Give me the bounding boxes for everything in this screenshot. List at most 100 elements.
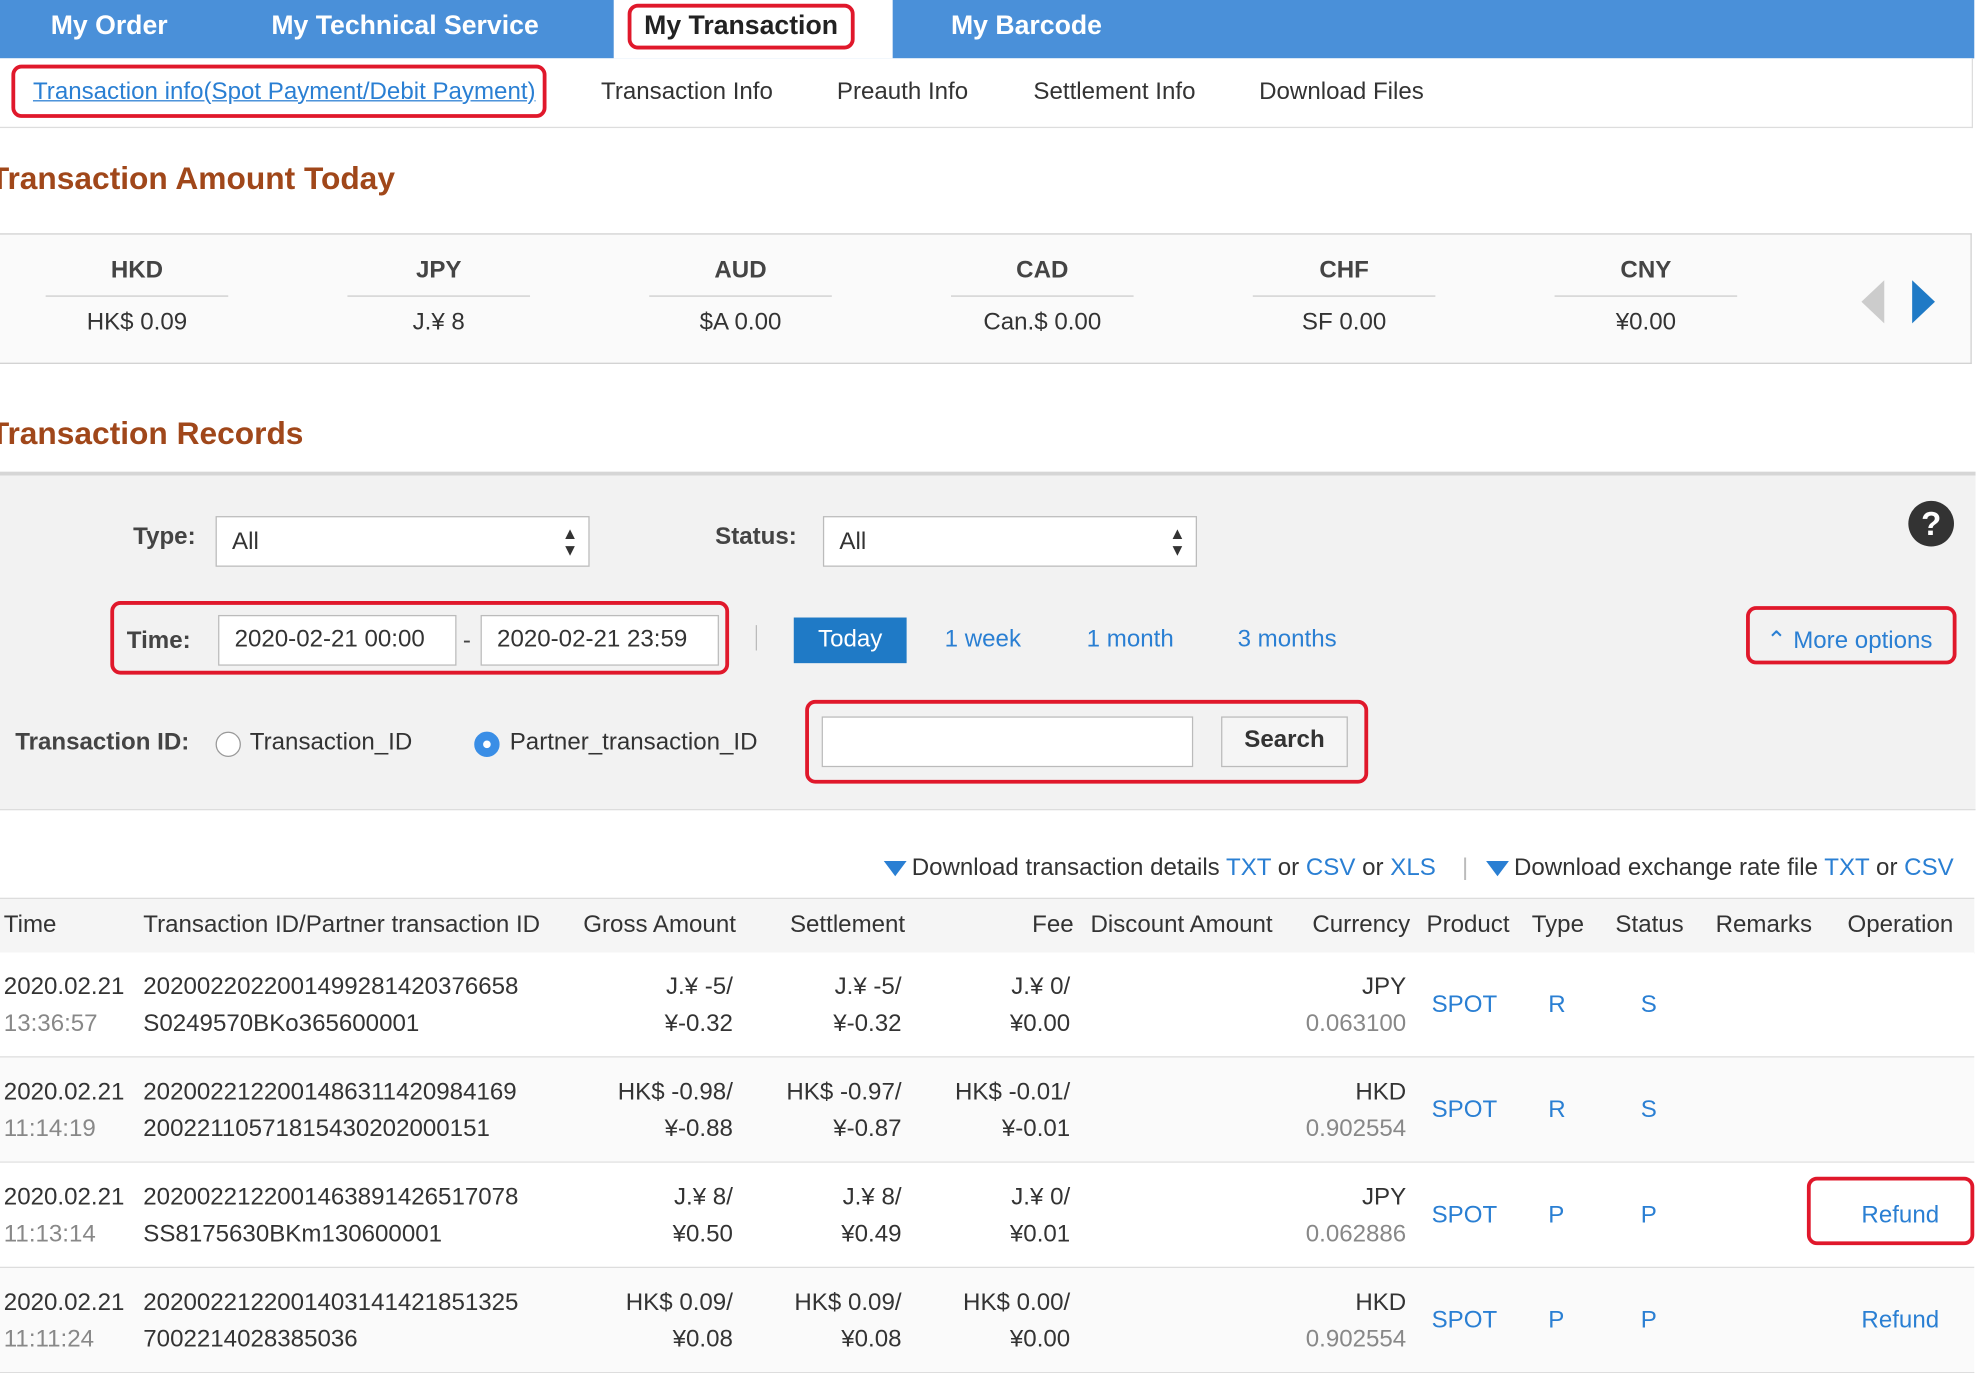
- row-product[interactable]: SPOT: [1432, 1097, 1498, 1125]
- th-status: Status: [1615, 911, 1684, 939]
- row-date: 2020.02.21: [3, 1289, 125, 1317]
- currency-cad: CAD Can.$ 0.00: [951, 235, 1134, 338]
- type-select-value: All: [232, 528, 259, 556]
- currency-code: HKD: [45, 257, 229, 297]
- sub-nav-transaction-info-spot[interactable]: Transaction info(Spot Payment/Debit Paym…: [33, 79, 536, 107]
- row-date: 2020.02.21: [3, 1184, 125, 1211]
- status-label: Status:: [715, 523, 797, 551]
- caret-down-icon: ▼: [561, 540, 579, 560]
- row-rate: 0.062886: [1305, 1221, 1407, 1248]
- row-fee-1: HK$ -0.01/: [955, 1079, 1071, 1106]
- th-type: Type: [1531, 911, 1584, 939]
- status-select[interactable]: All ▲ ▼: [822, 516, 1197, 567]
- download-details-label: Download transaction details: [911, 854, 1220, 882]
- today-button[interactable]: Today: [793, 617, 907, 664]
- tab-my-transaction[interactable]: My Transaction: [613, 0, 893, 59]
- chevron-up-icon: ⌃: [1766, 627, 1787, 655]
- download-rate-csv[interactable]: CSV: [1904, 855, 1954, 882]
- currency-value: ¥0.00: [1615, 309, 1676, 337]
- th-operation: Operation: [1847, 911, 1954, 939]
- row-type[interactable]: R: [1548, 1097, 1565, 1125]
- radio-transaction-id-label: Transaction_ID: [249, 729, 413, 756]
- row-date: 2020.02.21: [3, 1079, 125, 1106]
- row-transaction-id: 2020022122001463891426517078: [143, 1184, 519, 1211]
- help-icon[interactable]: ?: [1908, 500, 1954, 547]
- prev-arrow-icon[interactable]: [1861, 280, 1885, 324]
- row-settle-1: J.¥ -5/: [834, 973, 902, 1001]
- one-month-link[interactable]: 1 month: [1087, 626, 1174, 654]
- download-details-xls[interactable]: XLS: [1390, 855, 1436, 882]
- amount-today-panel: HKD HK$ 0.09 JPY J.¥ 8 AUD $A 0.00 CAD C…: [0, 233, 1972, 364]
- currency-jpy: JPY J.¥ 8: [347, 235, 531, 338]
- refund-button[interactable]: Refund: [1861, 1307, 1939, 1335]
- row-time: 11:13:14: [3, 1221, 96, 1248]
- row-transaction-id: 2020022122001486311420984169: [143, 1079, 517, 1106]
- table-header: Time Transaction ID/Partner transaction …: [0, 897, 1975, 954]
- more-options-label: More options: [1793, 627, 1933, 655]
- row-settle-2: ¥0.08: [841, 1326, 902, 1353]
- row-product[interactable]: SPOT: [1432, 992, 1498, 1020]
- radio-partner-transaction-id[interactable]: [474, 731, 500, 757]
- type-select[interactable]: All ▲ ▼: [215, 516, 590, 567]
- download-details: Download transaction details TXT or CSV …: [883, 854, 1436, 883]
- download-rate: Download exchange rate file TXT or CSV: [1486, 855, 1954, 883]
- download-details-txt[interactable]: TXT: [1226, 855, 1271, 882]
- th-gross-amount: Gross Amount: [583, 911, 736, 939]
- radio-transaction-id[interactable]: [215, 731, 241, 757]
- row-fee-2: ¥0.00: [1009, 1326, 1071, 1353]
- row-fee-1: J.¥ 0/: [1011, 1184, 1071, 1211]
- sub-nav: Transaction info(Spot Payment/Debit Paym…: [0, 58, 1974, 129]
- tab-my-technical-service[interactable]: My Technical Service: [271, 0, 538, 58]
- row-partner-id: SS8175630BKm130600001: [143, 1221, 443, 1248]
- row-type[interactable]: P: [1548, 1202, 1564, 1230]
- row-product[interactable]: SPOT: [1432, 1307, 1498, 1335]
- sub-nav-download-files[interactable]: Download Files: [1259, 79, 1424, 107]
- sub-nav-transaction-info[interactable]: Transaction Info: [601, 79, 773, 107]
- three-months-link[interactable]: 3 months: [1238, 626, 1337, 654]
- row-product[interactable]: SPOT: [1432, 1202, 1498, 1230]
- row-fee-1: HK$ 0.00/: [963, 1289, 1071, 1317]
- row-gross-1: J.¥ -5/: [665, 973, 733, 1001]
- records-title: Transaction Records: [0, 415, 304, 452]
- row-gross-2: ¥-0.88: [664, 1115, 733, 1143]
- row-rate: 0.902554: [1305, 1115, 1407, 1143]
- row-fee-1: J.¥ 0/: [1011, 973, 1071, 1001]
- row-settle-1: J.¥ 8/: [842, 1184, 902, 1211]
- row-transaction-id: 2020022122001403141421851325: [143, 1289, 519, 1317]
- amount-today-title: Transaction Amount Today: [0, 161, 395, 197]
- caret-up-icon: ▲: [1169, 523, 1186, 543]
- row-type[interactable]: P: [1548, 1307, 1564, 1335]
- row-rate: 0.902554: [1305, 1326, 1407, 1353]
- row-type[interactable]: R: [1548, 992, 1565, 1020]
- sub-nav-settlement-info[interactable]: Settlement Info: [1033, 79, 1195, 107]
- row-partner-id: 7002214028385036: [143, 1326, 358, 1353]
- next-arrow-icon[interactable]: [1912, 280, 1935, 324]
- time-from-input[interactable]: 2020-02-21 00:00: [218, 614, 457, 666]
- row-status[interactable]: P: [1641, 1307, 1657, 1335]
- currency-code: CHF: [1252, 257, 1436, 297]
- transaction-id-input[interactable]: [821, 716, 1194, 768]
- currency-value: SF 0.00: [1301, 309, 1387, 337]
- tab-my-barcode[interactable]: My Barcode: [951, 0, 1102, 58]
- search-button[interactable]: Search: [1221, 716, 1348, 768]
- or-text: or: [1362, 854, 1384, 882]
- row-status[interactable]: P: [1641, 1202, 1657, 1230]
- currency-value: J.¥ 8: [412, 309, 465, 337]
- currency-chf: CHF SF 0.00: [1252, 235, 1436, 338]
- tab-my-order[interactable]: My Order: [51, 0, 168, 58]
- time-to-input[interactable]: 2020-02-21 23:59: [480, 614, 719, 666]
- row-partner-id: 2002211057181543020200015​1: [143, 1115, 490, 1143]
- one-week-link[interactable]: 1 week: [945, 626, 1021, 654]
- download-rate-txt[interactable]: TXT: [1824, 855, 1869, 882]
- currency-code: AUD: [649, 257, 832, 297]
- row-settle-2: ¥-0.87: [833, 1115, 902, 1143]
- row-status[interactable]: S: [1641, 1097, 1657, 1125]
- download-details-csv[interactable]: CSV: [1306, 855, 1356, 882]
- more-options-link[interactable]: ⌃ More options: [1766, 626, 1932, 655]
- row-status[interactable]: S: [1641, 992, 1657, 1020]
- time-separator: -: [462, 627, 471, 655]
- row-settle-2: ¥-0.32: [833, 1010, 902, 1038]
- refund-button[interactable]: Refund: [1861, 1202, 1939, 1230]
- currency-code: CNY: [1554, 257, 1738, 297]
- sub-nav-preauth-info[interactable]: Preauth Info: [837, 79, 968, 107]
